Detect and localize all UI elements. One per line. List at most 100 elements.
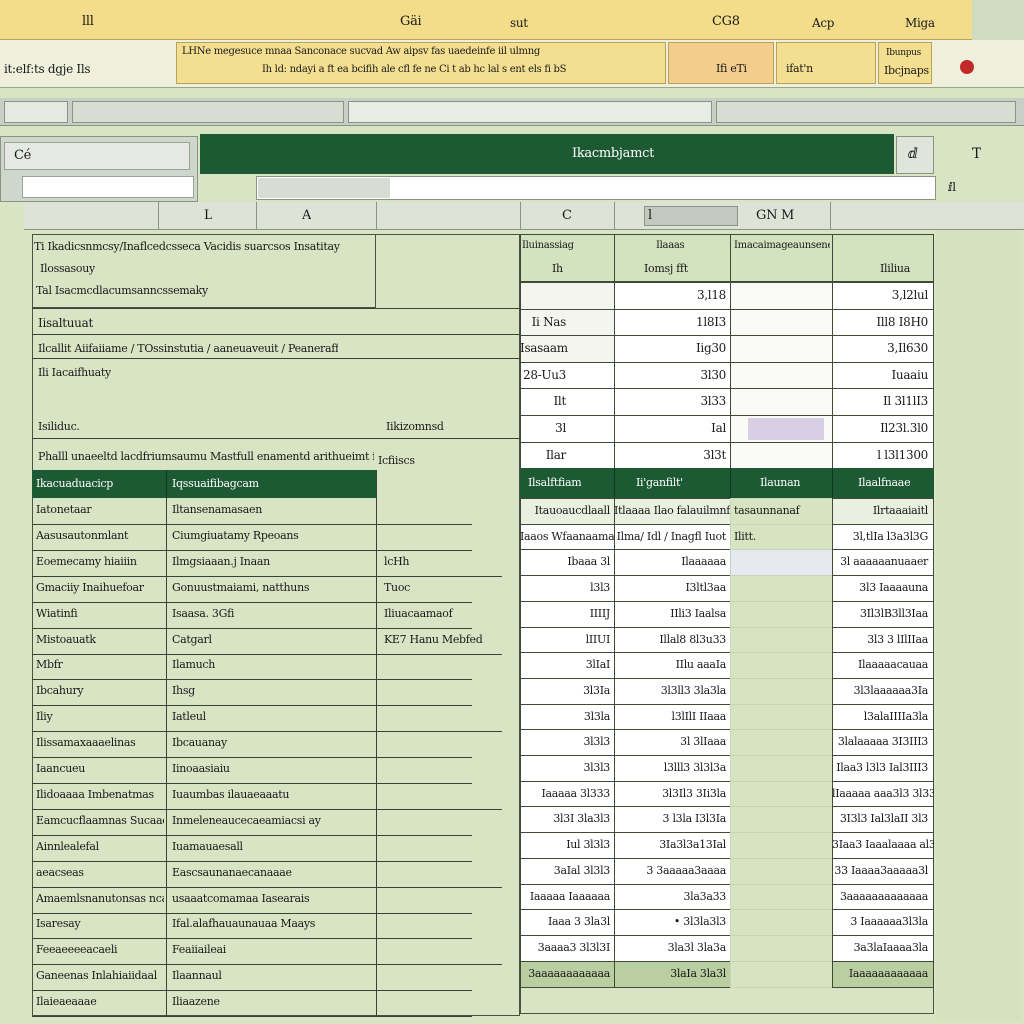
data-cell[interactable] (730, 884, 834, 911)
left-row-note: Tuoc (384, 581, 411, 594)
data-value: l3alaIIIIa3la (863, 710, 929, 723)
data-cell[interactable] (730, 755, 834, 782)
column-header-l[interactable]: L (204, 208, 212, 223)
ribbon-left-label[interactable]: it:elf:ts dgje Ils (4, 62, 90, 76)
summary-value: 3,l2lul (891, 288, 929, 302)
left-row-value: Iatleul (172, 710, 206, 723)
tab-2[interactable]: Gäi (400, 14, 421, 29)
toolbar-field-2[interactable] (72, 101, 344, 123)
toolbar-field-1[interactable] (4, 101, 68, 123)
highlight-cell[interactable] (748, 418, 824, 440)
data-value: 3Il3lB3ll3Iaa (859, 607, 928, 620)
right-table-header-col-2[interactable]: Ii'ganfilt' (636, 476, 683, 489)
summary-cell[interactable] (730, 362, 834, 390)
summary-value: 3l3t (703, 448, 726, 462)
toolbar-field-3[interactable] (348, 101, 712, 123)
left-row-label: Isaresay (36, 917, 81, 930)
right-panel-label[interactable]: T (972, 146, 981, 162)
left-label-2-value: Iikizomnsd (386, 420, 444, 433)
data-cell[interactable] (730, 935, 834, 962)
toolbar-field-4[interactable] (716, 101, 1016, 123)
data-cell[interactable] (730, 652, 834, 679)
tab-5[interactable]: Acp (812, 16, 834, 30)
data-cell[interactable] (730, 627, 834, 654)
summary-value: Ilar (545, 448, 567, 462)
data-value: lIaaaaa aaa3l3 3l33 (832, 787, 934, 800)
left-table-header-col-2[interactable]: Iqssuaifibagcam (172, 477, 259, 490)
tab-1[interactable]: lll (82, 14, 94, 29)
column-header-selected[interactable] (644, 206, 738, 226)
left-row-label: Amaemlsnanutonsas ncaeas (36, 892, 164, 905)
summary-value: 3l (555, 421, 566, 435)
formula-right-label: ⅈl (948, 180, 956, 194)
data-cell[interactable] (730, 704, 834, 731)
data-value: 3laIa 3la3l (670, 967, 726, 980)
left-label-2: Isiliduc. (38, 420, 80, 433)
data-cell[interactable] (730, 575, 834, 602)
right-table-header-col-1[interactable]: Ilsalftfiam (528, 476, 581, 489)
summary-value: Ill8 I8H0 (876, 315, 928, 329)
data-value: 3l3l3 (583, 761, 610, 774)
column-header-a[interactable]: A (302, 208, 311, 223)
data-value: Ilitt. (734, 530, 756, 543)
data-value: Iaaaaa 3l333 (541, 787, 610, 800)
data-cell[interactable] (730, 832, 834, 859)
left-row-value: Ihsg (172, 684, 195, 697)
summary-cell[interactable] (730, 282, 834, 310)
data-value: I3ltl3aa (685, 581, 726, 594)
name-box-inner[interactable] (4, 142, 190, 170)
summary-value: Iuaaiu (891, 368, 928, 382)
tab-3[interactable]: sut (510, 16, 528, 30)
data-cell[interactable] (730, 549, 834, 576)
data-cell[interactable] (730, 909, 834, 936)
left-row-note: Iliuacaamaof (384, 607, 453, 620)
column-header-row (24, 202, 1024, 230)
data-value: l3lll3 3l3l3a (663, 761, 727, 774)
left-table-header-col-1[interactable]: Ikacuaduacicp (36, 477, 113, 490)
left-header-line-2: Ilossasouy (40, 262, 95, 275)
right-table-header-col-4[interactable]: Ilaalfnaae (858, 476, 910, 489)
data-cell[interactable] (730, 806, 834, 833)
data-cell[interactable] (730, 678, 834, 705)
column-header-gn[interactable]: GN M (756, 208, 794, 223)
data-value: 3la3a33 (683, 890, 726, 903)
summary-cell[interactable] (730, 335, 834, 363)
summary-cell[interactable] (730, 442, 834, 470)
data-value: 3a3laIaaaa3la (853, 941, 929, 954)
data-value: 3l3laaaaaa3Ia (853, 684, 929, 697)
left-row-value: Gonuustmaiami, natthuns (172, 581, 310, 594)
left-divider (32, 358, 520, 359)
right-table-header-col-3[interactable]: Ilaunan (760, 476, 800, 489)
left-row-value: usaaatcomamaa Iasearais (172, 892, 310, 905)
left-table-header-divider (166, 470, 167, 498)
record-icon[interactable] (960, 60, 974, 74)
summary-cell[interactable] (730, 309, 834, 337)
data-cell[interactable] (730, 858, 834, 885)
summary-value: Ilt (553, 394, 566, 408)
data-value: Itlaaaa Ilao falauilmnfl (614, 504, 732, 517)
left-footer-tag: Icfiiscs (378, 454, 415, 467)
data-value: 3aaaa3 3l3l3I (537, 941, 611, 954)
data-cell[interactable] (730, 601, 834, 628)
ribbon-box-c-label-2: Ibcjnaps (884, 64, 929, 77)
tab-4[interactable]: CG8 (712, 14, 740, 29)
left-row-value: Iliaazene (172, 995, 220, 1008)
summary-cell[interactable] (520, 282, 616, 310)
column-divider (830, 202, 831, 230)
data-cell[interactable] (730, 961, 834, 988)
data-cell[interactable] (730, 729, 834, 756)
left-row-value: Isaasa. 3Gfi (172, 607, 235, 620)
name-box-input[interactable] (22, 176, 194, 198)
tab-6[interactable]: Miga (905, 16, 935, 30)
ribbon-box-a-label: Ifi eTi (716, 62, 747, 75)
left-row-label: Wiatinfi (36, 607, 78, 620)
left-row-label: Iaancueu (36, 762, 85, 775)
data-value: 3 3aaaaa3aaaa (646, 864, 726, 877)
data-value: Ilaaaaaa (681, 555, 726, 568)
data-value: 3l3I 3la3l3 (553, 812, 610, 825)
data-value: 3aaaaaaaaaaaaa (839, 890, 928, 903)
data-cell[interactable] (730, 781, 834, 808)
left-row-value: Eascsaunanaecanaaae (172, 866, 292, 879)
column-header-c[interactable]: C (562, 208, 572, 223)
summary-cell[interactable] (730, 388, 834, 416)
